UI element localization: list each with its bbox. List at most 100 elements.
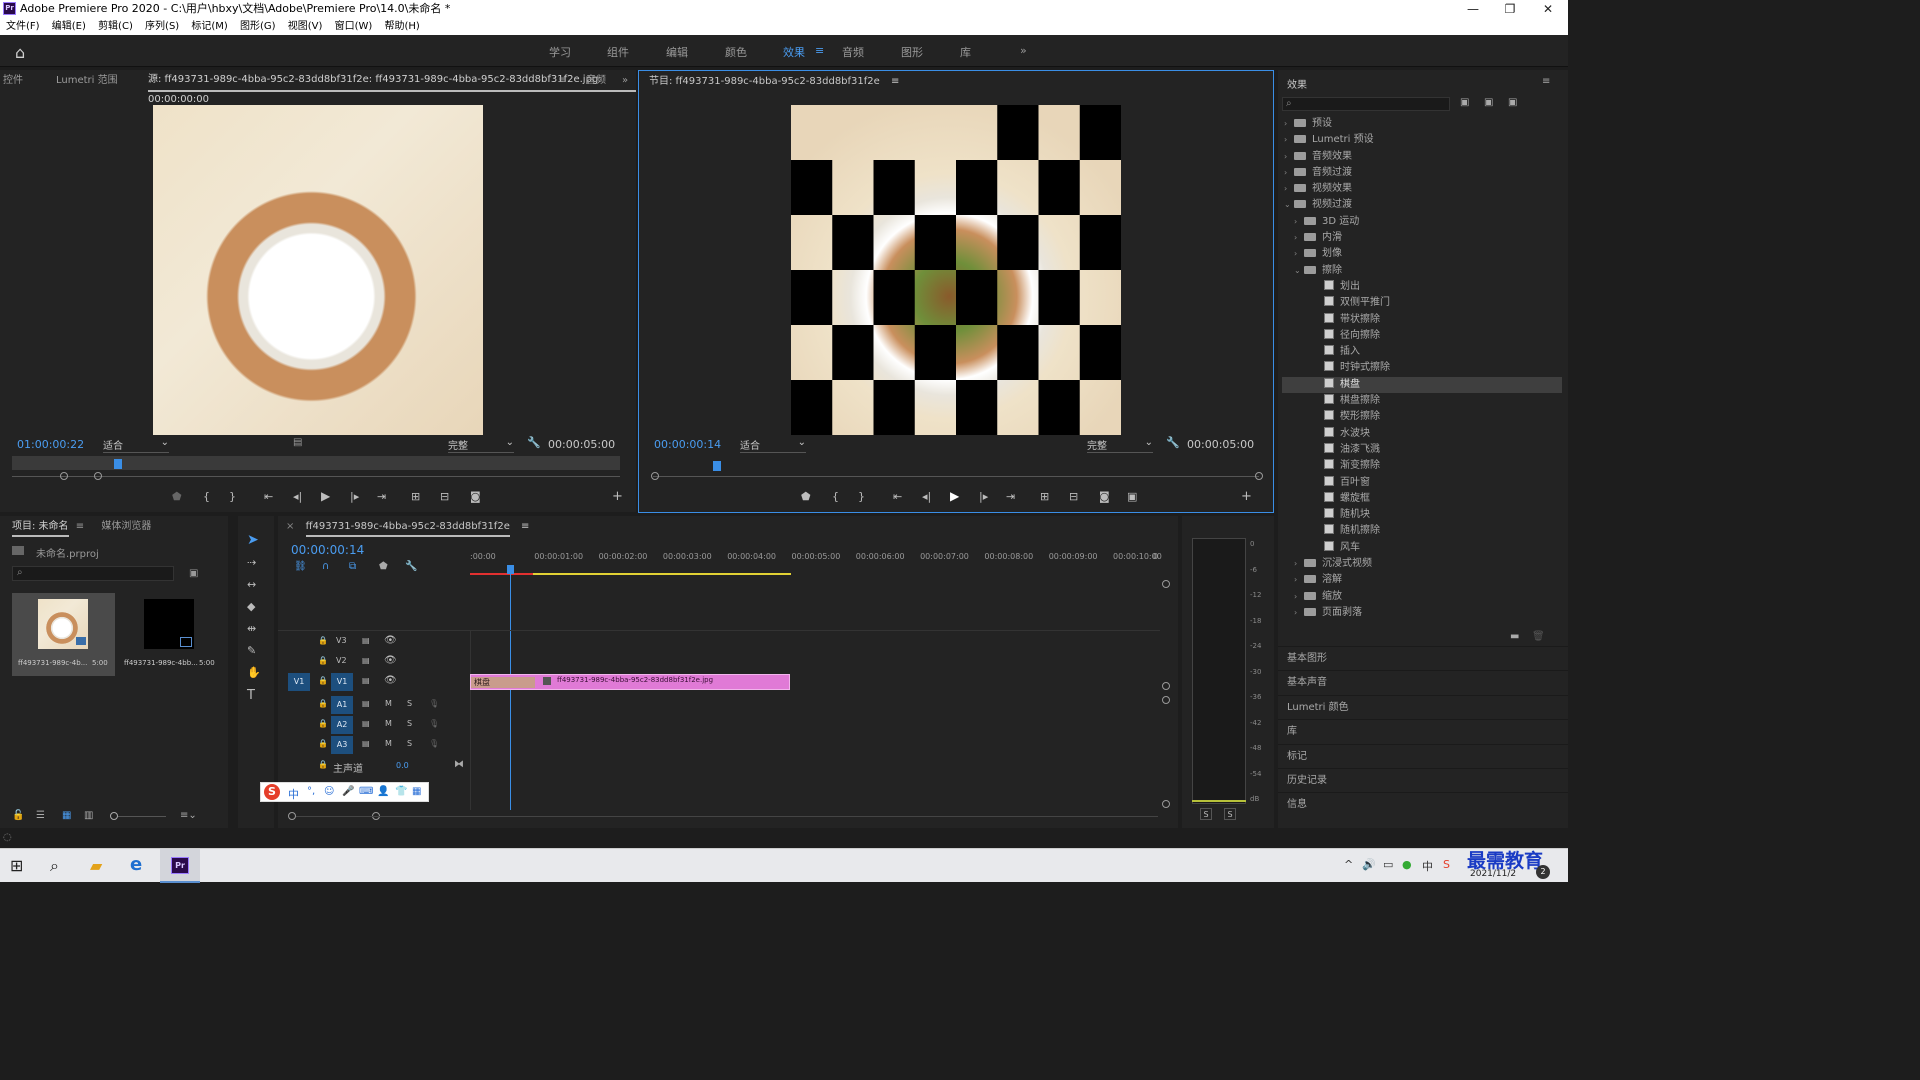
mark-out-icon[interactable]: } (229, 490, 236, 503)
overwrite-icon[interactable]: ⊟ (440, 490, 449, 503)
menu-graphics[interactable]: 图形(G) (240, 21, 276, 32)
collapsed-panel-5[interactable]: 历史记录 (1278, 767, 1568, 792)
mark-out-icon[interactable]: } (858, 490, 865, 503)
menu-view[interactable]: 视图(V) (288, 21, 323, 32)
tab-audio-mixer[interactable]: 音频 (586, 70, 606, 92)
add-button-icon[interactable]: + (612, 489, 623, 504)
vertical-scroll-handle[interactable] (1162, 800, 1170, 808)
sogou-tray-icon[interactable]: S (1443, 858, 1450, 871)
collapsed-panel-6[interactable]: 信息 (1278, 792, 1568, 816)
vertical-scroll-handle[interactable] (1162, 682, 1170, 690)
tab-project[interactable]: 项目: 未命名 (12, 521, 69, 537)
track-label[interactable]: V1 (331, 673, 353, 691)
menu-marker[interactable]: 标记(M) (191, 21, 227, 32)
effects-tree-item[interactable]: › 音频效果 (1282, 149, 1562, 165)
chevron-down-icon[interactable]: ⌄ (1294, 263, 1304, 279)
extract-icon[interactable]: ⊟ (1069, 490, 1078, 503)
tab-sequence[interactable]: ff493731-989c-4bba-95c2-83dd8bf31f2e (305, 521, 510, 537)
solo-right-button[interactable]: S (1224, 808, 1236, 820)
mark-in-icon[interactable]: { (832, 490, 839, 503)
sort-icon[interactable]: ≡⌄ (180, 810, 197, 821)
mute-button[interactable]: M (385, 699, 392, 708)
effects-tree-item[interactable]: 螺旋框 (1282, 491, 1562, 507)
project-menu-icon[interactable]: ≡ (76, 521, 84, 532)
menu-file[interactable]: 文件(F) (6, 21, 40, 32)
go-to-in-icon[interactable]: ⇤ (893, 490, 902, 503)
add-button-icon[interactable]: + (1241, 489, 1252, 504)
master-expand-icon[interactable]: ⧓ (454, 759, 464, 770)
solo-left-button[interactable]: S (1200, 808, 1212, 820)
razor-tool-icon[interactable]: ◆ (247, 600, 255, 613)
ime-mode[interactable]: 中 (288, 786, 299, 802)
effects-tree-item[interactable]: › 视频效果 (1282, 181, 1562, 197)
safe-margins-icon[interactable]: ▤ (293, 437, 302, 448)
chevron-right-icon[interactable]: › (1284, 149, 1294, 165)
track-label[interactable]: A3 (331, 736, 353, 754)
sync-lock-icon[interactable]: ▤ (362, 636, 370, 645)
export-frame-icon[interactable]: ◙ (470, 490, 481, 503)
source-quality-dropdown[interactable]: 完整 ⌄ (448, 437, 514, 453)
export-frame-icon[interactable]: ◙ (1099, 490, 1110, 503)
effects-tree-item[interactable]: 渐变擦除 (1282, 458, 1562, 474)
solo-button[interactable]: S (407, 699, 412, 708)
windows-start-icon[interactable]: ⊞ (10, 856, 23, 875)
close-tab-icon[interactable]: × (286, 521, 294, 532)
effects-tree-item[interactable]: 棋盘 (1282, 376, 1562, 394)
tray-chevron-icon[interactable]: ^ (1344, 858, 1353, 871)
go-to-out-icon[interactable]: ⇥ (377, 490, 386, 503)
premiere-taskbar-button[interactable]: Pr (160, 849, 200, 883)
type-tool-icon[interactable]: T (247, 688, 255, 703)
effects-tree-item[interactable]: 时钟式擦除 (1282, 360, 1562, 376)
list-view-icon[interactable]: ☰ (36, 810, 45, 821)
play-icon[interactable]: ▶ (321, 489, 330, 503)
slip-tool-icon[interactable]: ⇹ (247, 622, 256, 635)
chevron-right-icon[interactable]: › (1284, 181, 1294, 197)
track-label[interactable]: A2 (331, 716, 353, 734)
ws-effects-menu-icon[interactable]: ≡ (815, 44, 824, 57)
ws-audio[interactable]: 音频 (842, 44, 864, 60)
effects-tree-item[interactable]: 风车 (1282, 540, 1562, 556)
effects-tree-item[interactable]: 双侧平推门 (1282, 295, 1562, 311)
maximize-icon[interactable]: ❐ (1490, 0, 1530, 18)
chevron-right-icon[interactable]: › (1284, 116, 1294, 132)
effects-tree-item[interactable]: › 溶解 (1282, 572, 1562, 588)
program-playhead[interactable] (713, 461, 721, 471)
effects-tree-item[interactable]: 插入 (1282, 344, 1562, 360)
ws-learn[interactable]: 学习 (549, 44, 571, 60)
source-timecode[interactable]: 01:00:00:22 (17, 438, 84, 451)
sync-lock-icon[interactable]: ▤ (362, 656, 370, 665)
chevron-right-icon[interactable]: › (1294, 605, 1304, 621)
track-lock-icon[interactable]: 🔒 (318, 636, 328, 645)
effects-tree-item[interactable]: 带状擦除 (1282, 312, 1562, 328)
program-timecode[interactable]: 00:00:00:14 (654, 438, 721, 451)
chevron-right-icon[interactable]: › (1294, 246, 1304, 262)
timeline-clip[interactable]: 棋盘 ff493731-989c-4bba-95c2-83dd8bf31f2e.… (470, 674, 790, 690)
freeform-view-icon[interactable]: ▥ (84, 810, 93, 821)
32bit-effects-icon[interactable]: ▣ (1484, 97, 1493, 108)
effects-tree-item[interactable]: › Lumetri 预设 (1282, 132, 1562, 148)
chevron-right-icon[interactable]: › (1294, 230, 1304, 246)
pen-tool-icon[interactable]: ✎ (247, 644, 256, 657)
minimize-icon[interactable]: — (1453, 0, 1493, 18)
zoom-handle-left[interactable] (288, 812, 296, 820)
track-lock-icon[interactable]: 🔒 (318, 719, 328, 728)
effects-tree-item[interactable]: 油漆飞溅 (1282, 442, 1562, 458)
timeline-zoom-bar[interactable] (296, 816, 1158, 817)
sogou-logo-icon[interactable]: S (264, 784, 280, 800)
eye-icon[interactable]: 👁 (384, 675, 397, 686)
track-select-tool-icon[interactable]: ⇢ (247, 556, 256, 569)
input-indicator-icon[interactable]: 中 (1422, 858, 1433, 874)
collapsed-panel-2[interactable]: Lumetri 颜色 (1278, 694, 1568, 719)
chevron-right-icon[interactable]: › (1294, 589, 1304, 605)
effects-tree-item[interactable]: › 沉浸式视频 (1282, 556, 1562, 572)
security-icon[interactable]: ● (1402, 858, 1412, 871)
home-icon[interactable]: ⌂ (15, 43, 25, 62)
program-zoom-bar[interactable] (653, 476, 1259, 477)
yuv-effects-icon[interactable]: ▣ (1508, 97, 1517, 108)
accelerated-effects-icon[interactable]: ▣ (1460, 97, 1469, 108)
collapsed-panel-0[interactable]: 基本图形 (1278, 646, 1568, 670)
go-to-out-icon[interactable]: ⇥ (1006, 490, 1015, 503)
timeline-settings-icon[interactable]: 🔧 (405, 561, 417, 572)
collapsed-panel-3[interactable]: 库 (1278, 719, 1568, 743)
effects-tree-item[interactable]: 楔形擦除 (1282, 409, 1562, 425)
